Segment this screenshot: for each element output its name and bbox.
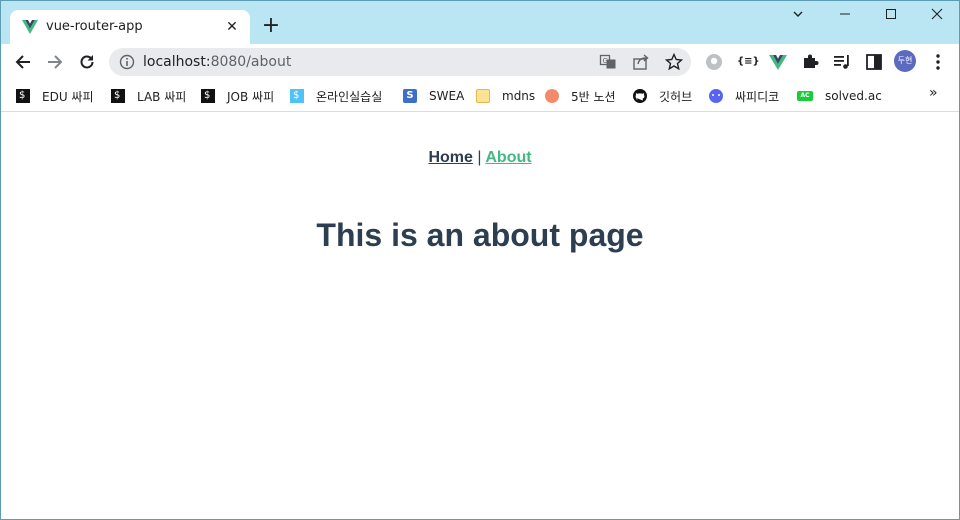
- bookmark-online-lab[interactable]: $ 온라인실습실: [290, 86, 382, 106]
- url-path: 8080/about: [210, 54, 292, 70]
- url-text: localhost:8080/about: [143, 54, 291, 70]
- browser-toolbar: localhost:8080/about G {≡} 두현: [1, 44, 959, 80]
- bookmark-solvedac[interactable]: AC solved.ac: [797, 86, 882, 106]
- profile-avatar[interactable]: 두현: [894, 50, 916, 72]
- address-bar[interactable]: localhost:8080/about G: [109, 48, 691, 76]
- close-window-icon[interactable]: [924, 5, 950, 27]
- bookmark-notion[interactable]: 5반 노션: [545, 86, 616, 106]
- discord-icon: [709, 89, 723, 103]
- bookmark-star-icon[interactable]: [665, 53, 683, 71]
- nav-separator: |: [477, 149, 482, 166]
- bookmark-mdns[interactable]: mdns: [476, 86, 535, 106]
- bookmark-job-ssafy[interactable]: $ JOB 싸피: [201, 86, 274, 106]
- forward-button[interactable]: [43, 50, 67, 74]
- peach-icon: [545, 89, 559, 103]
- menu-kebab-icon[interactable]: [928, 52, 948, 72]
- bookmark-label: solved.ac: [825, 89, 882, 103]
- ssafy-icon: $: [16, 89, 30, 103]
- folder-icon: [476, 89, 490, 103]
- ssafy-icon: $: [201, 89, 215, 103]
- router-nav: Home | About: [1, 149, 959, 167]
- tab-search-icon[interactable]: [785, 5, 811, 27]
- site-info-icon[interactable]: [119, 54, 135, 70]
- vue-logo-icon: [22, 20, 38, 34]
- bookmark-label: EDU 싸피: [42, 89, 94, 104]
- minimize-icon[interactable]: [832, 5, 858, 27]
- nav-link-about[interactable]: About: [485, 149, 531, 166]
- bookmark-label: 온라인실습실: [316, 89, 383, 104]
- extension-gray-icon[interactable]: [704, 52, 724, 72]
- bookmark-label: 5반 노션: [571, 89, 616, 104]
- swea-icon: S: [403, 89, 417, 103]
- github-icon: [633, 89, 647, 103]
- extensions-puzzle-icon[interactable]: [800, 52, 820, 72]
- bookmark-swea[interactable]: S SWEA: [403, 86, 464, 106]
- media-control-icon[interactable]: [832, 52, 852, 72]
- solvedac-icon: AC: [797, 91, 813, 101]
- tab-vue-router-app[interactable]: vue-router-app ✕: [10, 10, 250, 44]
- page-content: Home | About This is an about page: [1, 113, 959, 519]
- bookmark-label: SWEA: [429, 89, 465, 103]
- svg-text:G: G: [603, 57, 608, 65]
- reload-button[interactable]: [75, 50, 99, 74]
- bookmark-lab-ssafy[interactable]: $ LAB 싸피: [111, 86, 186, 106]
- bookmarks-bar: $ EDU 싸피 $ LAB 싸피 $ JOB 싸피 $ 온라인실습실 S SW…: [1, 80, 959, 112]
- browser-window: vue-router-app ✕ + localhost:8080/about …: [0, 0, 960, 520]
- bookmark-edu-ssafy[interactable]: $ EDU 싸피: [16, 86, 94, 106]
- bookmark-label: LAB 싸피: [137, 89, 187, 104]
- bookmark-discord[interactable]: 싸피디코: [709, 86, 779, 106]
- tab-close-icon[interactable]: ✕: [223, 18, 241, 36]
- bookmark-label: 깃허브: [659, 89, 693, 104]
- side-panel-icon[interactable]: [864, 52, 884, 72]
- page-heading: This is an about page: [316, 217, 644, 253]
- tab-title: vue-router-app: [46, 19, 143, 34]
- bookmark-label: mdns: [502, 89, 536, 103]
- share-icon[interactable]: [632, 53, 650, 71]
- ssafy-icon: $: [290, 89, 304, 103]
- json-viewer-icon[interactable]: {≡}: [737, 52, 760, 72]
- bookmark-label: JOB 싸피: [227, 89, 275, 104]
- vue-devtools-icon[interactable]: [768, 52, 788, 72]
- back-button[interactable]: [11, 50, 35, 74]
- maximize-icon[interactable]: [878, 5, 904, 27]
- translate-icon[interactable]: G: [599, 53, 617, 71]
- bookmark-github[interactable]: 깃허브: [633, 86, 692, 106]
- url-host: localhost:: [143, 54, 211, 70]
- ssafy-icon: $: [111, 89, 125, 103]
- nav-link-home[interactable]: Home: [428, 149, 472, 166]
- title-bar: vue-router-app ✕ +: [1, 1, 959, 44]
- bookmark-label: 싸피디코: [735, 89, 780, 104]
- bookmarks-overflow-icon[interactable]: »: [929, 85, 938, 101]
- new-tab-button[interactable]: +: [259, 15, 283, 39]
